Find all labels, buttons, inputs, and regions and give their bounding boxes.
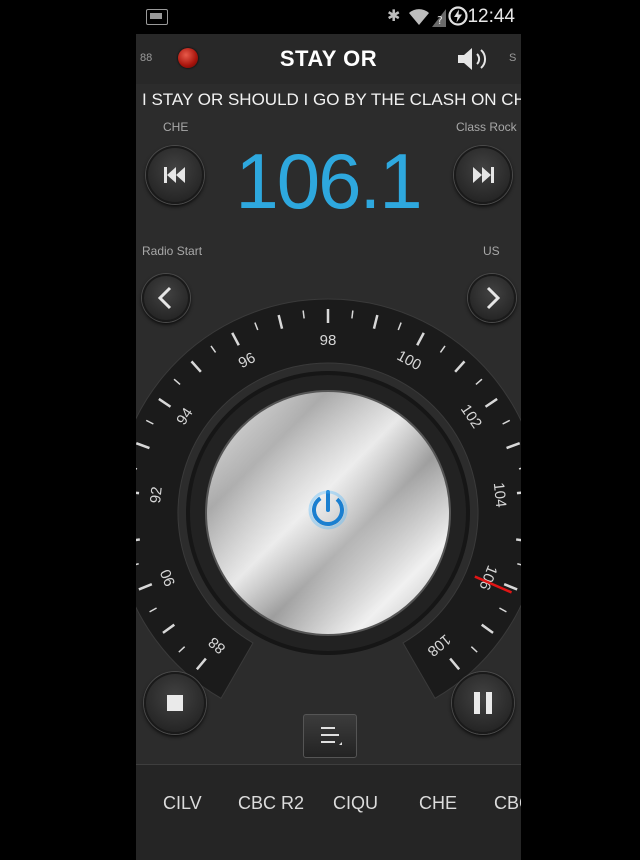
dial-tick [351, 310, 354, 319]
preset-station[interactable]: CBC R2 [238, 793, 304, 814]
dial-tick [136, 491, 140, 495]
dial-tick [302, 310, 305, 319]
battery-charging-icon [448, 6, 468, 26]
wifi-icon [409, 9, 429, 25]
dial-scale-label: 104 [490, 482, 510, 509]
genre-right-label: US [483, 244, 500, 258]
previous-station-button[interactable] [146, 146, 204, 204]
preset-stations-bar: CILV CBC R2 CIQU CHE CBC [136, 764, 521, 860]
preset-station[interactable]: CILV [163, 793, 202, 814]
clock: 12:44 [467, 6, 515, 27]
next-station-label: Class Rock [456, 120, 517, 134]
menu-button[interactable] [303, 714, 357, 758]
speaker-icon[interactable] [456, 46, 490, 72]
preset-station[interactable]: CIQU [333, 793, 378, 814]
stop-button[interactable] [144, 672, 206, 734]
pause-icon [474, 692, 492, 714]
radio-app: ✱ ? 12:44 88 STAY OR S I STAY OR SHOULD … [136, 0, 521, 860]
dial-tick [516, 491, 521, 495]
song-ticker: I STAY OR SHOULD I GO BY THE CLASH ON CH… [142, 90, 521, 109]
dial-scale-label: 92 [147, 486, 166, 504]
stop-icon [167, 695, 183, 711]
preset-station[interactable]: CBC [494, 793, 521, 814]
header-right-letter: S [509, 52, 517, 64]
next-station-button[interactable] [454, 146, 512, 204]
status-bar: ✱ ? 12:44 [136, 0, 521, 34]
tuning-dial[interactable]: 889092949698100102104106108 [136, 270, 521, 700]
header: 88 STAY OR S [136, 34, 521, 84]
notification-icon [146, 9, 168, 25]
menu-list-icon [321, 727, 342, 745]
dial-scale-label: 98 [320, 332, 337, 349]
pause-button[interactable] [452, 672, 514, 734]
signal-icon: ? [432, 9, 446, 27]
bluetooth-icon: ✱ [387, 6, 401, 25]
skip-next-icon [473, 167, 494, 183]
frequency-display: 106.1 [235, 137, 422, 225]
genre-left-label: Radio Start [142, 244, 203, 258]
preset-station[interactable]: CHE [419, 793, 457, 814]
svg-text:?: ? [437, 14, 443, 27]
skip-previous-icon [164, 167, 185, 183]
prev-station-label: CHE [163, 120, 189, 134]
